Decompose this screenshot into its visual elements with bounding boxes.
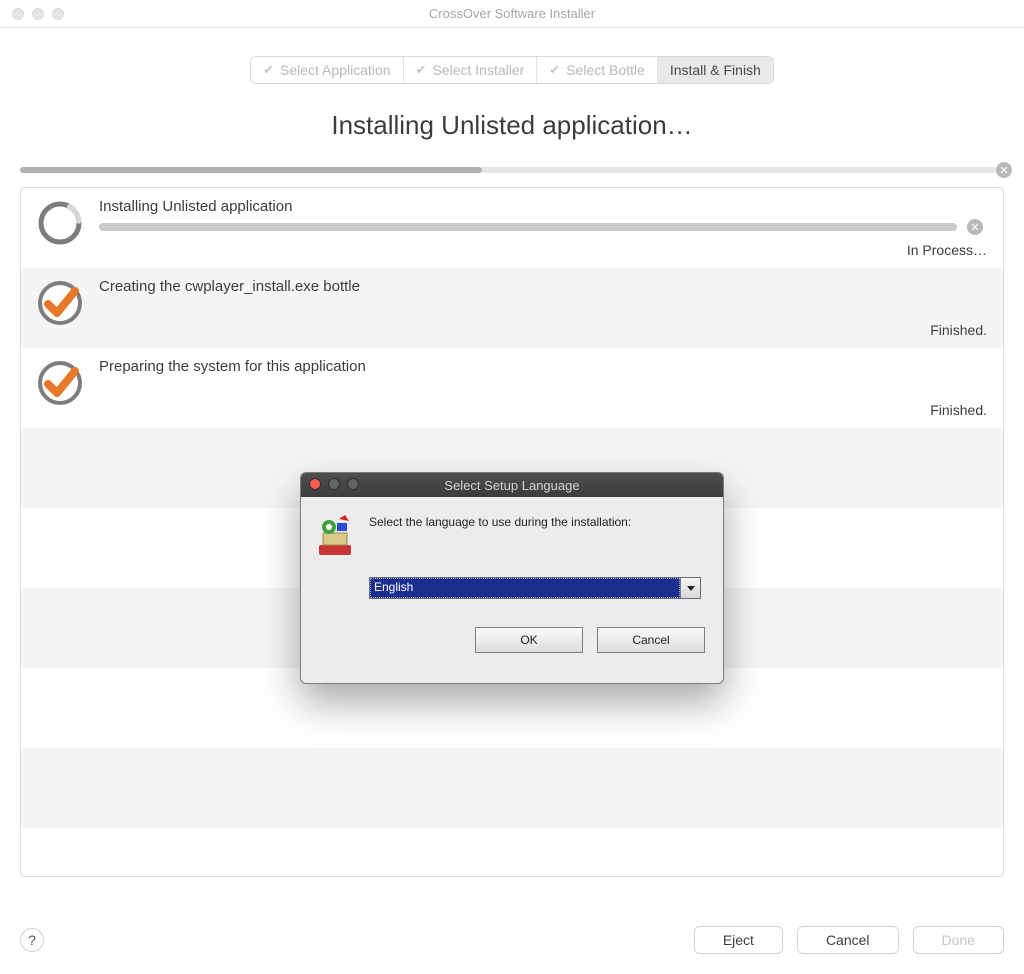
progress-fill — [20, 167, 482, 173]
dialog-prompt: Select the language to use during the in… — [369, 515, 631, 559]
step-label: Select Installer — [432, 62, 524, 78]
window-title: CrossOver Software Installer — [0, 6, 1024, 21]
check-complete-icon — [35, 278, 85, 328]
step-label: Select Application — [280, 62, 391, 78]
eject-button[interactable]: Eject — [694, 926, 783, 954]
task-title: Preparing the system for this applicatio… — [99, 358, 987, 375]
cancel-progress-icon[interactable]: ✕ — [996, 162, 1012, 178]
dialog-close-icon[interactable] — [309, 478, 321, 490]
step-select-application[interactable]: ✔ Select Application — [251, 57, 403, 83]
cancel-task-icon[interactable]: ✕ — [967, 219, 983, 235]
task-row: Creating the cwplayer_install.exe bottle… — [21, 268, 1003, 348]
dropdown-arrow-icon[interactable] — [680, 578, 700, 598]
task-row: Installing Unlisted application ✕ In Pro… — [21, 188, 1003, 268]
task-status: Finished. — [930, 402, 987, 418]
dialog-ok-button[interactable]: OK — [475, 627, 583, 653]
step-select-bottle[interactable]: ✔ Select Bottle — [537, 57, 658, 83]
check-complete-icon — [35, 358, 85, 408]
setup-icon — [315, 515, 355, 559]
step-label: Install & Finish — [670, 62, 761, 78]
check-icon: ✔ — [549, 62, 560, 78]
check-icon: ✔ — [263, 62, 274, 78]
step-label: Select Bottle — [566, 62, 645, 78]
minimize-window-icon[interactable] — [32, 8, 44, 20]
traffic-lights — [12, 8, 64, 20]
close-window-icon[interactable] — [12, 8, 24, 20]
empty-row — [21, 748, 1003, 828]
titlebar: CrossOver Software Installer — [0, 0, 1024, 28]
step-nav: ✔ Select Application ✔ Select Installer ✔ S… — [0, 56, 1024, 84]
step-install-finish[interactable]: Install & Finish — [658, 57, 773, 83]
dialog-titlebar: Select Setup Language — [301, 473, 723, 497]
language-dropdown[interactable]: English — [369, 577, 701, 599]
task-status: Finished. — [930, 322, 987, 338]
language-dialog: Select Setup Language Select the languag… — [300, 472, 724, 684]
bottom-toolbar: ? Eject Cancel Done — [0, 920, 1024, 960]
overall-progress: ✕ — [20, 167, 1004, 173]
dialog-minimize-icon — [328, 478, 340, 490]
task-title: Creating the cwplayer_install.exe bottle — [99, 278, 987, 295]
help-button[interactable]: ? — [20, 928, 44, 952]
done-button: Done — [913, 926, 1004, 954]
dialog-title: Select Setup Language — [444, 478, 579, 493]
zoom-window-icon[interactable] — [52, 8, 64, 20]
dialog-zoom-icon — [347, 478, 359, 490]
task-progress: ✕ — [99, 223, 957, 231]
page-heading: Installing Unlisted application… — [0, 110, 1024, 141]
task-row: Preparing the system for this applicatio… — [21, 348, 1003, 428]
task-title: Installing Unlisted application — [99, 198, 987, 215]
step-select-installer[interactable]: ✔ Select Installer — [404, 57, 538, 83]
dialog-cancel-button[interactable]: Cancel — [597, 627, 705, 653]
cancel-button[interactable]: Cancel — [797, 926, 899, 954]
check-icon: ✔ — [416, 62, 427, 78]
language-selected: English — [370, 578, 680, 598]
spinner-icon — [35, 198, 85, 248]
task-status: In Process… — [907, 242, 987, 258]
